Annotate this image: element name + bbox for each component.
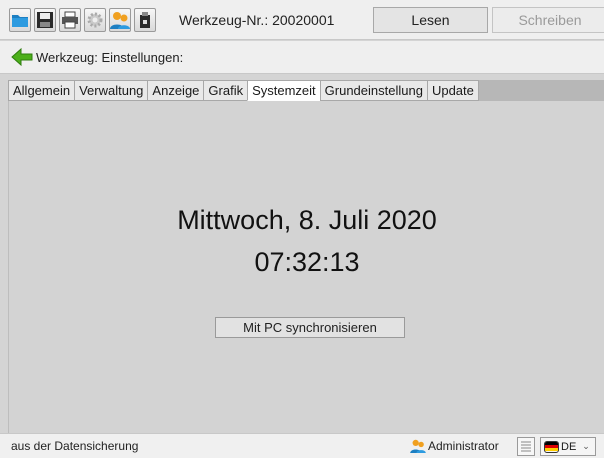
users-icon	[110, 11, 130, 29]
print-icon	[62, 11, 78, 28]
status-bar: aus der Datensicherung Administrator DE …	[0, 433, 604, 458]
breadcrumb-label: Werkzeug: Einstellungen:	[36, 49, 184, 65]
tab-grundeinstellung[interactable]: Grundeinstellung	[319, 80, 427, 101]
save-button[interactable]	[34, 7, 56, 32]
data-source-text: aus der Datensicherung	[11, 439, 139, 453]
current-user[interactable]: Administrator	[410, 439, 499, 453]
tab-anzeige[interactable]: Anzeige	[147, 80, 204, 101]
folder-open-icon	[12, 14, 28, 27]
print-button[interactable]	[59, 7, 81, 32]
tab-systemzeit[interactable]: Systemzeit	[247, 80, 320, 101]
tool-number: Werkzeug-Nr.: 20020001	[179, 11, 335, 28]
users-button[interactable]	[109, 7, 131, 32]
document-icon	[521, 441, 531, 452]
save-icon	[37, 11, 53, 28]
user-name: Administrator	[428, 439, 499, 453]
german-flag-icon	[544, 440, 559, 453]
sync-with-pc-button[interactable]: Mit PC synchronisieren	[215, 317, 405, 338]
usb-device-icon	[140, 11, 150, 28]
notes-button[interactable]	[517, 437, 535, 456]
open-folder-button[interactable]	[9, 7, 31, 32]
gear-icon	[87, 12, 103, 27]
device-button[interactable]	[134, 7, 156, 32]
current-date: Mittwoch, 8. Juli 2020	[177, 205, 437, 235]
tab-allgemein[interactable]: Allgemein	[8, 80, 75, 101]
language-select[interactable]: DE ⌄	[540, 437, 596, 456]
breadcrumb: Werkzeug: Einstellungen:	[0, 41, 604, 74]
tab-verwaltung[interactable]: Verwaltung	[74, 80, 148, 101]
tab-update[interactable]: Update	[426, 80, 479, 101]
current-time: 07:32:13	[254, 247, 360, 277]
write-button[interactable]: Schreiben	[492, 7, 604, 33]
chevron-down-icon: ⌄	[582, 441, 590, 451]
back-arrow-icon[interactable]	[11, 47, 33, 67]
tab-bar: Allgemein Verwaltung Anzeige Grafik Syst…	[8, 80, 479, 101]
tab-grafik[interactable]: Grafik	[203, 80, 248, 101]
language-code: DE	[561, 440, 577, 453]
user-icon	[410, 439, 426, 453]
read-button[interactable]: Lesen	[373, 7, 488, 33]
settings-button[interactable]	[84, 7, 106, 32]
system-time-panel: Mittwoch, 8. Juli 2020 07:32:13 Mit PC s…	[8, 101, 604, 433]
